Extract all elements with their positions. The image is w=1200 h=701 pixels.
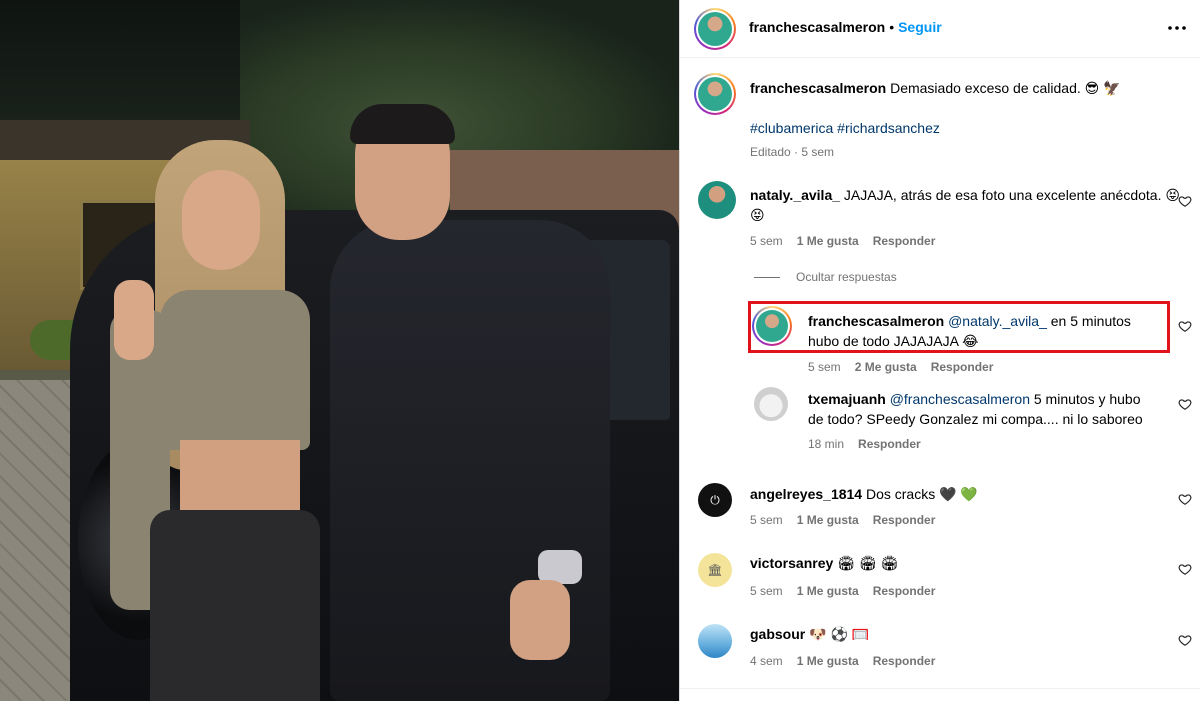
reply-body-line2: de todo? SPeedy Gonzalez mi compa.... ni… [808, 411, 1143, 427]
reply-button[interactable]: Responder [873, 234, 936, 248]
comment-meta: 4 sem 1 Me gusta Responder [750, 654, 935, 668]
reply-meta: 5 sem 2 Me gusta Responder [808, 360, 993, 374]
comment-time: 5 sem [750, 513, 783, 527]
commenter-avatar[interactable]: 🏛 [698, 553, 732, 587]
reply-button[interactable]: Responder [873, 654, 936, 668]
power-icon: ⏻ [710, 492, 720, 507]
reply-button[interactable]: Responder [858, 437, 921, 451]
commenter-avatar[interactable] [698, 624, 732, 658]
man-hair [350, 104, 455, 144]
post-photo [0, 0, 679, 701]
author-avatar[interactable] [694, 8, 736, 50]
comment-body: 🐶 ⚽ 🥅 [809, 626, 870, 642]
follow-button[interactable]: Seguir [898, 19, 942, 35]
reply-text: txemajuanh @franchescasalmeron 5 minutos… [808, 389, 1173, 429]
caption-hashtags[interactable]: #clubamerica #richardsanchez [750, 118, 940, 138]
woman-figure [110, 140, 350, 701]
author-username[interactable]: franchescasalmeron [749, 19, 885, 35]
reply-button[interactable]: Responder [873, 584, 936, 598]
comment-time: 4 sem [750, 654, 783, 668]
comment-meta: 5 sem 1 Me gusta Responder [750, 513, 935, 527]
like-heart-icon[interactable] [1178, 194, 1192, 208]
comment-body: Dos cracks 🖤 💚 [865, 486, 978, 502]
reply-time: 5 sem [808, 360, 841, 374]
reply-body-line2: hubo de todo JAJAJAJA 😂 [808, 333, 979, 349]
post-header: franchescasalmeron • Seguir [680, 0, 1200, 58]
comment-username[interactable]: nataly._avila_ [750, 187, 840, 203]
comment-time: 5 sem [750, 234, 783, 248]
like-heart-icon[interactable] [1178, 319, 1192, 333]
comment-text: gabsour 🐶 ⚽ 🥅 [750, 624, 1170, 644]
hide-replies-toggle[interactable]: Ocultar respuestas [754, 270, 897, 284]
reply-avatar[interactable] [752, 306, 792, 346]
caption-edited-meta: Editado · 5 sem [750, 145, 835, 159]
like-heart-icon[interactable] [1178, 397, 1192, 411]
comment-likes[interactable]: 1 Me gusta [797, 584, 859, 598]
caption-username[interactable]: franchescasalmeron [750, 80, 886, 96]
reply-button[interactable]: Responder [931, 360, 994, 374]
comment-username[interactable]: gabsour [750, 626, 805, 642]
woman-face [182, 170, 260, 270]
reply-username[interactable]: txemajuanh [808, 391, 886, 407]
reply-text: franchescasalmeron @nataly._avila_ en 5 … [808, 311, 1168, 351]
comment-meta: 5 sem 1 Me gusta Responder [750, 234, 935, 248]
reply-likes[interactable]: 2 Me gusta [855, 360, 917, 374]
comment-time: 5 sem [750, 584, 783, 598]
commenter-avatar[interactable]: ⏻ [698, 483, 732, 517]
comment-username[interactable]: victorsanrey [750, 555, 833, 571]
man-watch [538, 550, 582, 584]
reply-body-line1: 5 minutos y hubo [1033, 391, 1141, 407]
header-user-line: franchescasalmeron • Seguir [749, 19, 942, 35]
woman-crop-top [160, 290, 310, 450]
hide-replies-label: Ocultar respuestas [796, 270, 897, 284]
reply-body-line1: en 5 minutos [1050, 313, 1131, 329]
comment-text: victorsanrey 🏟 🏟 🏟 [750, 553, 1170, 573]
comment-text: nataly._avila_ JAJAJA, atrás de esa foto… [750, 185, 1180, 225]
reply-mention[interactable]: @franchescasalmeron [890, 391, 1030, 407]
reply-mention[interactable]: @nataly._avila_ [948, 313, 1047, 329]
separator-dot: • [889, 19, 895, 35]
like-heart-icon[interactable] [1178, 562, 1192, 576]
reply-button[interactable]: Responder [873, 513, 936, 527]
comment-text: angelreyes_1814 Dos cracks 🖤 💚 [750, 484, 1170, 504]
reply-time: 18 min [808, 437, 845, 451]
caption: franchescasalmeron Demasiado exceso de c… [750, 78, 1121, 98]
man-hand [510, 580, 570, 660]
building-icon: 🏛 [707, 563, 723, 577]
like-heart-icon[interactable] [1178, 633, 1192, 647]
reply-username[interactable]: franchescasalmeron [808, 313, 944, 329]
caption-text: Demasiado exceso de calidad. 😎 🦅 [890, 80, 1121, 96]
bottom-divider [680, 688, 1200, 689]
reply-avatar[interactable] [754, 387, 788, 421]
man-figure [330, 104, 630, 701]
more-options-icon[interactable] [1167, 18, 1187, 38]
like-heart-icon[interactable] [1178, 492, 1192, 506]
woman-sweatpants [150, 510, 320, 701]
commenter-avatar[interactable] [698, 181, 736, 219]
comment-body: 🏟 🏟 🏟 [837, 555, 899, 571]
peace-sign-hand [114, 280, 154, 360]
comment-username[interactable]: angelreyes_1814 [750, 486, 862, 502]
reply-meta: 18 min Responder [808, 437, 921, 451]
comment-likes[interactable]: 1 Me gusta [797, 654, 859, 668]
comments-panel: franchescasalmeron • Seguir franchescasalm… [679, 0, 1200, 701]
comment-likes[interactable]: 1 Me gusta [797, 513, 859, 527]
comment-likes[interactable]: 1 Me gusta [797, 234, 859, 248]
comment-meta: 5 sem 1 Me gusta Responder [750, 584, 935, 598]
replies-divider-line [754, 277, 780, 279]
caption-avatar[interactable] [694, 73, 736, 115]
